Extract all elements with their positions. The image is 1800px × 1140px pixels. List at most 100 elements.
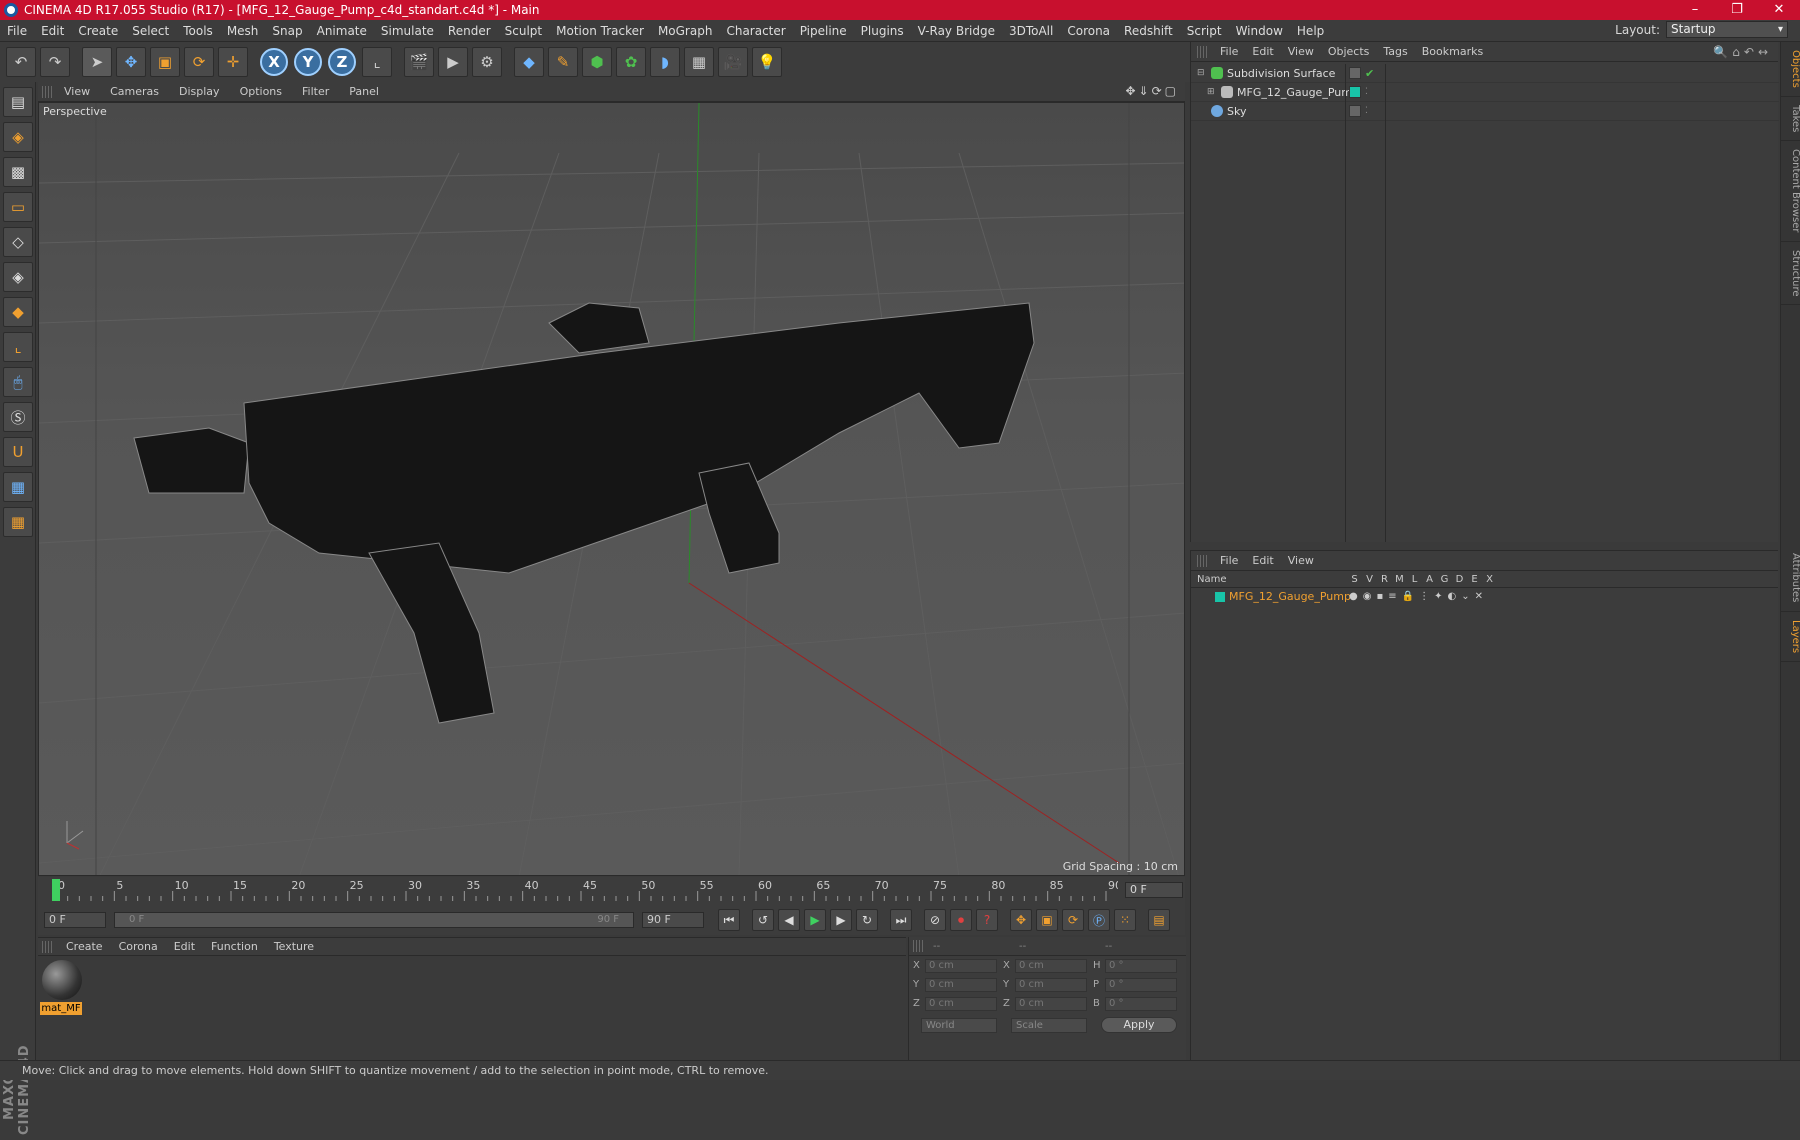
deformer-icon[interactable]: ◗ — [650, 47, 680, 77]
deformer-icon[interactable]: ◐ — [1447, 591, 1456, 602]
solo-icon[interactable]: ● — [1349, 591, 1358, 602]
material-menu-texture[interactable]: Texture — [266, 940, 322, 953]
go-to-end-icon[interactable]: ⏭ — [890, 909, 912, 931]
subdivision-icon[interactable]: ⬢ — [582, 47, 612, 77]
rotate-tool-icon[interactable]: ⟳ — [184, 47, 214, 77]
end-frame-field[interactable]: 90 F — [642, 912, 704, 928]
layout-dropdown[interactable]: Startup — [1666, 21, 1788, 38]
coordinate-mode-dropdown[interactable]: World — [921, 1017, 997, 1033]
generator-icon[interactable]: ✦ — [1434, 591, 1442, 602]
planar-workplane-icon[interactable]: ▦ — [3, 507, 33, 537]
edges-mode-icon[interactable]: ◈ — [3, 262, 33, 292]
objects-menu-bookmarks[interactable]: Bookmarks — [1415, 45, 1490, 58]
rotation-b-field[interactable]: 0 ° — [1105, 996, 1177, 1011]
record-keys-disabled-icon[interactable]: ⊘ — [924, 909, 946, 931]
object-row[interactable]: ⊞ MFG_12_Gauge_Pump ⁚ — [1191, 83, 1779, 102]
material-item[interactable]: mat_MF — [40, 958, 82, 1018]
menu-3dtoall[interactable]: 3DToAll — [1002, 20, 1060, 42]
snap-icon[interactable]: Ⓢ — [3, 402, 33, 432]
x-axis-lock-button[interactable]: X — [260, 48, 288, 76]
menu-file[interactable]: File — [0, 20, 34, 42]
menu-simulate[interactable]: Simulate — [374, 20, 441, 42]
magnet-icon[interactable]: U — [3, 437, 33, 467]
points-mode-icon[interactable]: ◇ — [3, 227, 33, 257]
material-preview-thumbnail[interactable] — [42, 960, 82, 1000]
manager-icon[interactable]: ≡ — [1388, 591, 1396, 602]
lock-workplane-icon[interactable]: ▦ — [3, 472, 33, 502]
material-menu-corona[interactable]: Corona — [111, 940, 166, 953]
model-mode-icon[interactable]: ◈ — [3, 122, 33, 152]
previous-frame-icon[interactable]: ◀ — [778, 909, 800, 931]
tab-structure[interactable]: Structure — [1781, 242, 1800, 306]
spline-pen-icon[interactable]: ✎ — [548, 47, 578, 77]
enabled-check-icon[interactable]: ✔ — [1365, 67, 1374, 80]
objects-menu-file[interactable]: File — [1213, 45, 1245, 58]
select-pointer-icon[interactable]: ➤ — [82, 47, 112, 77]
frame-range-slider[interactable]: 0 F 90 F — [114, 912, 634, 928]
tab-objects[interactable]: Objects — [1781, 42, 1800, 97]
workplane-icon[interactable]: ▭ — [3, 192, 33, 222]
layer-color-swatch[interactable] — [1215, 591, 1225, 602]
position-x-field[interactable]: 0 cm — [925, 958, 997, 973]
go-to-previous-key-icon[interactable]: ↺ — [752, 909, 774, 931]
play-forward-icon[interactable]: ▶ — [804, 909, 826, 931]
key-scale-icon[interactable]: ▣ — [1036, 909, 1058, 931]
menu-mograph[interactable]: MoGraph — [651, 20, 720, 42]
next-frame-icon[interactable]: ▶ — [830, 909, 852, 931]
menu-pipeline[interactable]: Pipeline — [793, 20, 854, 42]
polygons-mode-icon[interactable]: ◆ — [3, 297, 33, 327]
3d-viewport[interactable]: Perspective Grid Spacing : 10 cm — [38, 102, 1185, 876]
menu-plugins[interactable]: Plugins — [854, 20, 911, 42]
tab-content-browser[interactable]: Content Browser — [1781, 141, 1800, 242]
move-tool-icon[interactable]: ✥ — [116, 47, 146, 77]
maximize-button[interactable]: ❐ — [1716, 0, 1758, 20]
menu-edit[interactable]: Edit — [34, 20, 71, 42]
light-bulb-icon[interactable]: 💡 — [752, 47, 782, 77]
menu-motion-tracker[interactable]: Motion Tracker — [549, 20, 651, 42]
texture-mode-icon[interactable]: ▩ — [3, 157, 33, 187]
key-point-level-icon[interactable]: ⁙ — [1114, 909, 1136, 931]
menu-mesh[interactable]: Mesh — [220, 20, 266, 42]
material-menu-edit[interactable]: Edit — [166, 940, 203, 953]
xref-icon[interactable]: ✕ — [1475, 591, 1483, 602]
view-eye-icon[interactable]: ◉ — [1363, 591, 1372, 602]
viewport-menu-filter[interactable]: Filter — [292, 85, 339, 98]
object-row[interactable]: ⊟ Subdivision Surface ✔ — [1191, 64, 1779, 83]
menu-window[interactable]: Window — [1229, 20, 1290, 42]
layer-row[interactable]: MFG_12_Gauge_Pump ● ◉ ▪ ≡ 🔒 ⋮ ✦ ◐ ⌄ ✕ — [1191, 588, 1778, 605]
visibility-dots-icon[interactable]: ⁚ — [1365, 106, 1368, 116]
autokey-record-icon[interactable]: ⏺ — [950, 909, 972, 931]
menu-tools[interactable]: Tools — [176, 20, 220, 42]
menu-redshift[interactable]: Redshift — [1117, 20, 1180, 42]
layers-menu-view[interactable]: View — [1281, 554, 1321, 567]
viewport-menu-cameras[interactable]: Cameras — [100, 85, 169, 98]
rotation-h-field[interactable]: 0 ° — [1105, 958, 1177, 973]
menu-animate[interactable]: Animate — [310, 20, 374, 42]
y-axis-lock-button[interactable]: Y — [294, 48, 322, 76]
position-y-field[interactable]: 0 cm — [925, 977, 997, 992]
coordinate-system-icon[interactable]: ⌞ — [362, 47, 392, 77]
tweak-mode-icon[interactable]: 🖱 — [3, 367, 33, 397]
lock-icon[interactable]: 🔒 — [1402, 591, 1414, 602]
axis-mode-icon[interactable]: ⌞ — [3, 332, 33, 362]
menu-vray-bridge[interactable]: V-Ray Bridge — [911, 20, 1002, 42]
menu-help[interactable]: Help — [1290, 20, 1331, 42]
expand-icon[interactable]: ⊞ — [1207, 87, 1217, 97]
tab-attributes[interactable]: Attributes — [1781, 545, 1800, 612]
viewport-menu-view[interactable]: View — [54, 85, 100, 98]
visibility-dots-icon[interactable]: ⁚ — [1365, 87, 1368, 97]
collapse-icon[interactable]: ⊟ — [1197, 68, 1207, 78]
key-rotation-icon[interactable]: ⟳ — [1062, 909, 1084, 931]
layer-icon[interactable] — [1349, 67, 1361, 79]
menu-script[interactable]: Script — [1180, 20, 1229, 42]
objects-menu-edit[interactable]: Edit — [1245, 45, 1280, 58]
timeline-window-icon[interactable]: ▤ — [1148, 909, 1170, 931]
floor-scene-icon[interactable]: ▦ — [684, 47, 714, 77]
material-menu-function[interactable]: Function — [203, 940, 266, 953]
viewport-menu-panel[interactable]: Panel — [339, 85, 389, 98]
make-editable-icon[interactable]: ▤ — [3, 87, 33, 117]
position-z-field[interactable]: 0 cm — [925, 996, 997, 1011]
keyframe-selection-icon[interactable]: ? — [976, 909, 998, 931]
layer-icon[interactable] — [1349, 105, 1361, 117]
apply-button[interactable]: Apply — [1101, 1017, 1177, 1033]
